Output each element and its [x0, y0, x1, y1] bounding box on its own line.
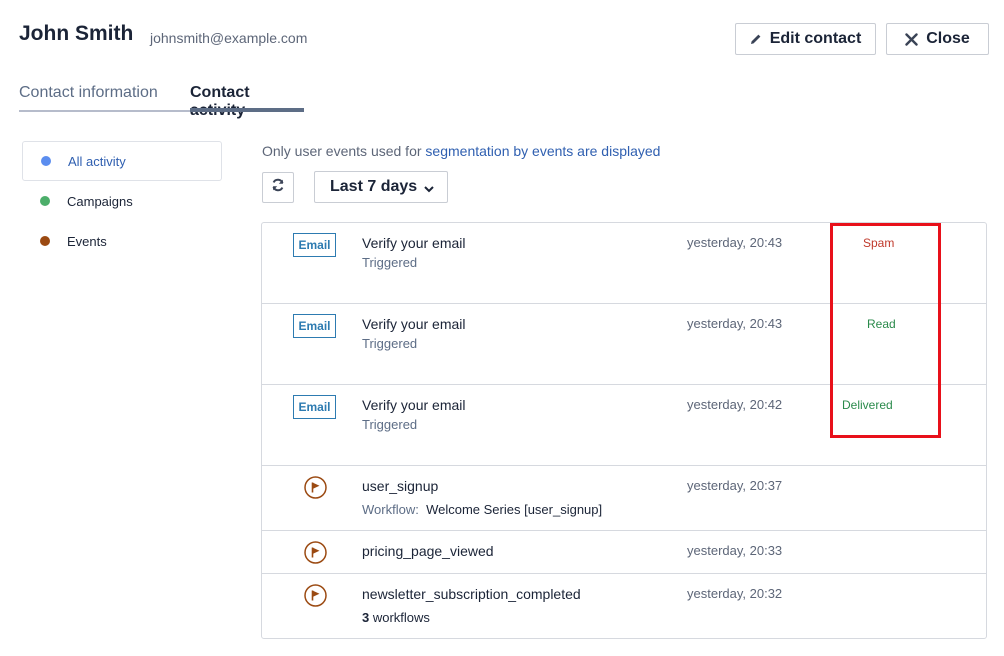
email-badge: Email [293, 395, 336, 419]
activity-title: Verify your email [362, 316, 466, 332]
chevron-down-icon [423, 182, 435, 200]
date-range-select[interactable]: Last 7 days [314, 171, 448, 203]
activity-time: yesterday, 20:43 [687, 316, 783, 331]
activity-title: newsletter_subscription_completed [362, 586, 581, 602]
edit-contact-button[interactable]: Edit contact [735, 23, 876, 55]
workflow-count-label: workflows [372, 610, 430, 625]
activity-subtitle: Triggered [362, 336, 418, 351]
activity-list: Email Verify your email Triggered yester… [261, 222, 987, 639]
filter-dot-icon [40, 236, 50, 246]
close-button[interactable]: Close [886, 23, 989, 55]
activity-title: pricing_page_viewed [362, 543, 494, 559]
activity-subtitle: Triggered [362, 255, 418, 270]
filter-campaigns[interactable]: Campaigns [22, 181, 222, 221]
activity-title: Verify your email [362, 397, 466, 413]
flag-circle-icon [304, 541, 327, 564]
activity-row[interactable]: newsletter_subscription_completed 3 work… [262, 574, 986, 638]
workflow-value: Welcome Series [user_signup] [426, 502, 603, 517]
activity-subtitle: Triggered [362, 417, 418, 432]
activity-title: user_signup [362, 478, 439, 494]
close-label: Close [926, 30, 970, 47]
activity-row[interactable]: Email Verify your email Triggered yester… [262, 304, 986, 385]
filter-label: Campaigns [67, 193, 133, 209]
segmentation-link[interactable]: segmentation by events are displayed [425, 143, 660, 159]
activity-filter-list: All activity Campaigns Events [22, 141, 222, 261]
close-icon [905, 32, 918, 46]
refresh-button[interactable] [262, 172, 294, 203]
status-badge: Read [867, 317, 896, 331]
edit-contact-label: Edit contact [769, 30, 862, 47]
activity-time: yesterday, 20:43 [687, 235, 783, 250]
activity-row[interactable]: user_signup Workflow: Welcome Series [us… [262, 466, 986, 531]
workflow-label: Workflow: [362, 502, 419, 517]
filter-dot-icon [41, 156, 51, 166]
contact-tabs: Contact information Contact activity [19, 84, 304, 119]
activity-row[interactable]: Email Verify your email Triggered yester… [262, 223, 986, 304]
tab-contact-activity[interactable]: Contact activity [190, 84, 304, 127]
activity-workflows[interactable]: 3 workflows [362, 610, 430, 625]
flag-circle-icon [304, 476, 327, 499]
filter-dot-icon [40, 196, 50, 206]
filter-all-activity[interactable]: All activity [22, 141, 222, 181]
activity-time: yesterday, 20:33 [687, 543, 783, 558]
activity-row[interactable]: Email Verify your email Triggered yester… [262, 385, 986, 466]
active-tab-indicator [190, 108, 304, 112]
contact-name: John Smith [19, 22, 134, 45]
filter-events[interactable]: Events [22, 221, 222, 261]
refresh-icon [271, 178, 285, 197]
status-badge: Delivered [842, 398, 893, 412]
status-badge: Spam [863, 236, 895, 250]
activity-workflow: Workflow: Welcome Series [user_signup] [362, 502, 602, 517]
filter-label: All activity [68, 153, 126, 169]
events-note-text: Only user events used for [262, 143, 426, 159]
email-badge: Email [293, 233, 336, 257]
activity-time: yesterday, 20:42 [687, 397, 783, 412]
events-note: Only user events used for segmentation b… [262, 143, 660, 159]
date-range-value: Last 7 days [330, 178, 418, 195]
activity-time: yesterday, 20:37 [687, 478, 783, 493]
email-badge: Email [293, 314, 336, 338]
contact-email: johnsmith@example.com [150, 30, 308, 46]
tab-contact-information[interactable]: Contact information [19, 84, 158, 102]
workflow-count: 3 [362, 610, 370, 625]
flag-circle-icon [304, 584, 327, 607]
pencil-icon [750, 33, 762, 45]
activity-time: yesterday, 20:32 [687, 586, 783, 601]
filter-label: Events [67, 233, 107, 249]
activity-row[interactable]: pricing_page_viewed yesterday, 20:33 [262, 531, 986, 574]
activity-title: Verify your email [362, 235, 466, 251]
